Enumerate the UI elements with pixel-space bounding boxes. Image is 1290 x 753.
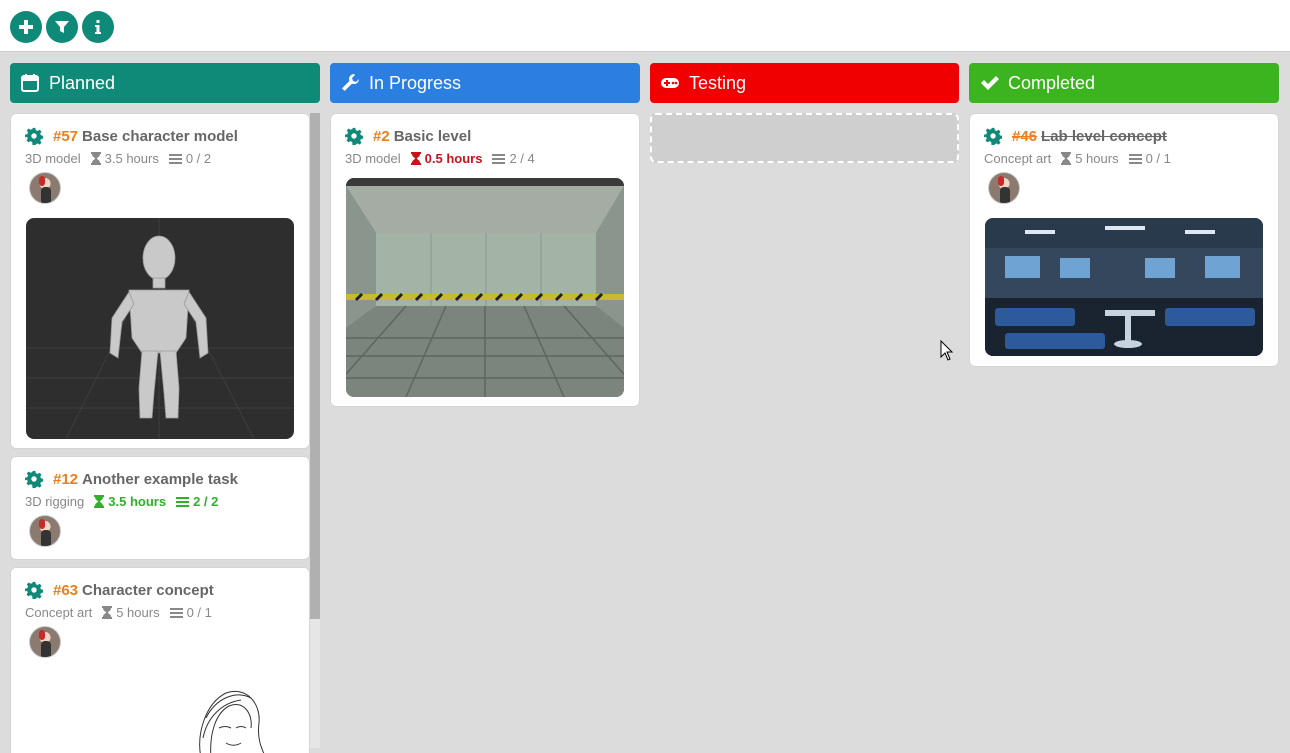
task-number: #12	[53, 470, 79, 488]
task-subtasks: 0 / 2	[185, 151, 212, 166]
avatar[interactable]	[988, 172, 1020, 204]
add-button[interactable]	[10, 11, 42, 43]
task-card-2[interactable]: #2 Basic level 3D model 0.5 hours 2 / 4	[330, 113, 640, 407]
subtasks-icon	[169, 607, 183, 618]
card-title: #57 Base character model	[25, 126, 238, 146]
gear-icon[interactable]	[345, 127, 363, 145]
task-title: Another example task	[82, 470, 238, 488]
card-meta: Concept art 5 hours 0 / 1	[984, 151, 1171, 166]
hourglass-icon	[102, 606, 113, 619]
subtasks-icon	[168, 153, 182, 164]
task-subtasks: 2 / 2	[193, 494, 219, 509]
character-sketch-image	[181, 678, 271, 753]
card-title: #46 Lab level concept	[984, 126, 1167, 146]
gear-icon[interactable]	[984, 127, 1002, 145]
hourglass-icon	[1061, 152, 1072, 165]
lab-level-image	[985, 218, 1263, 356]
task-number: #2	[373, 127, 390, 145]
info-icon	[95, 20, 101, 34]
task-hours: 3.5 hours	[104, 151, 159, 166]
info-button[interactable]	[82, 11, 114, 43]
avatar[interactable]	[29, 515, 61, 547]
gear-icon[interactable]	[25, 581, 43, 599]
card-title: #63 Character concept	[25, 580, 214, 600]
column-scrollbar[interactable]	[310, 113, 320, 748]
task-card-12[interactable]: #12 Another example task 3D rigging 3.5 …	[10, 456, 310, 560]
top-toolbar	[0, 0, 1290, 52]
task-category: Concept art	[25, 605, 93, 620]
task-category: 3D model	[345, 151, 401, 166]
scrollbar-thumb[interactable]	[310, 113, 320, 619]
subtasks-icon	[1128, 153, 1142, 164]
card-title: #12 Another example task	[25, 469, 238, 489]
task-card-63[interactable]: #63 Character concept Concept art 5 hour…	[10, 567, 310, 753]
filter-icon	[55, 21, 69, 33]
mouse-cursor-icon	[940, 340, 954, 361]
task-category: Concept art	[984, 151, 1052, 166]
character-model-image	[26, 218, 294, 439]
column-title: Completed	[1008, 72, 1096, 93]
avatar[interactable]	[29, 626, 61, 658]
task-card-57[interactable]: #57 Base character model 3D model 3.5 ho…	[10, 113, 310, 449]
hourglass-icon	[410, 152, 421, 165]
task-title: Basic level	[393, 127, 472, 145]
column-title: In Progress	[369, 72, 462, 93]
plus-icon	[19, 20, 33, 34]
wrench-icon	[340, 73, 360, 93]
card-meta: 3D model 0.5 hours 2 / 4	[345, 151, 535, 166]
card-meta: 3D model 3.5 hours 0 / 2	[25, 151, 211, 166]
task-number: #46	[1012, 127, 1038, 145]
task-number: #57	[53, 127, 79, 145]
card-meta: Concept art 5 hours 0 / 1	[25, 605, 212, 620]
basic-level-image	[346, 178, 624, 397]
column-header-in-progress: In Progress	[330, 63, 640, 103]
gamepad-icon	[660, 73, 680, 93]
column-title: Planned	[49, 72, 116, 93]
task-subtasks: 0 / 1	[186, 605, 212, 620]
task-hours: 5 hours	[116, 605, 160, 620]
task-category: 3D model	[25, 151, 81, 166]
card-meta: 3D rigging 3.5 hours 2 / 2	[25, 494, 218, 509]
column-header-completed: Completed	[969, 63, 1279, 103]
task-title: Character concept	[82, 581, 214, 599]
hourglass-icon	[94, 495, 105, 508]
task-title: Base character model	[82, 127, 238, 145]
check-icon	[979, 73, 999, 93]
task-subtasks: 0 / 1	[1145, 151, 1171, 166]
calendar-icon	[20, 73, 40, 93]
subtasks-icon	[492, 153, 506, 164]
hourglass-icon	[90, 152, 101, 165]
task-title: Lab level concept	[1041, 127, 1167, 145]
column-title: Testing	[689, 72, 747, 93]
column-header-planned: Planned	[10, 63, 320, 103]
gear-icon[interactable]	[25, 470, 43, 488]
task-number: #63	[53, 581, 79, 599]
task-category: 3D rigging	[25, 494, 85, 509]
avatar[interactable]	[29, 172, 61, 204]
task-card-46[interactable]: #46 Lab level concept Concept art 5 hour…	[969, 113, 1279, 367]
task-hours: 0.5 hours	[424, 151, 483, 166]
task-hours: 3.5 hours	[108, 494, 167, 509]
gear-icon[interactable]	[25, 127, 43, 145]
task-subtasks: 2 / 4	[509, 151, 535, 166]
subtasks-icon	[176, 496, 190, 507]
testing-drop-zone[interactable]	[650, 113, 959, 163]
filter-button[interactable]	[46, 11, 78, 43]
column-header-testing: Testing	[650, 63, 959, 103]
task-hours: 5 hours	[1075, 151, 1119, 166]
card-title: #2 Basic level	[345, 126, 471, 146]
